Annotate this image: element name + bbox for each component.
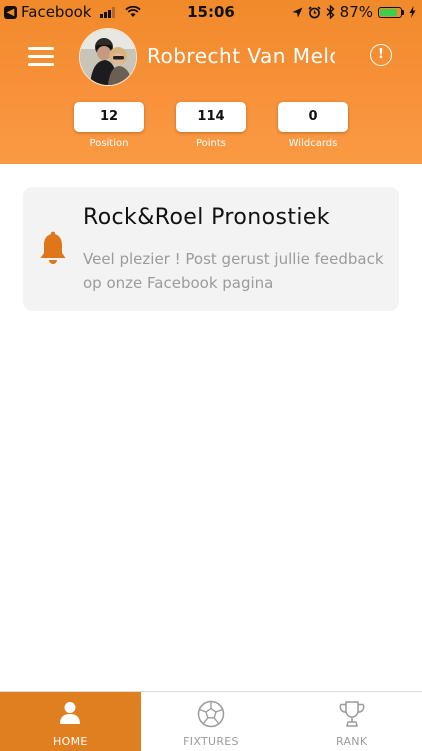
alert-info-icon[interactable]: ! bbox=[370, 44, 392, 66]
soccer-ball-icon bbox=[197, 700, 225, 728]
notice-card[interactable]: Rock&Roel Pronostiek Veel plezier ! Post… bbox=[23, 187, 399, 311]
stat-position: 12 Position bbox=[74, 102, 144, 149]
battery-level bbox=[380, 8, 397, 16]
trophy-icon bbox=[339, 701, 365, 727]
stat-points-label: Points bbox=[195, 138, 227, 149]
stat-wildcards: 0 Wildcards bbox=[278, 102, 348, 149]
battery-icon bbox=[378, 6, 404, 18]
location-arrow-icon bbox=[292, 7, 303, 17]
tab-home[interactable]: HOME bbox=[0, 692, 141, 751]
battery-percent: 87% bbox=[339, 3, 373, 21]
bluetooth-icon bbox=[326, 5, 335, 19]
hamburger-menu-icon[interactable] bbox=[28, 47, 54, 67]
alarm-icon bbox=[308, 5, 321, 18]
tab-rank-label: RANK bbox=[335, 735, 368, 748]
bell-icon bbox=[40, 231, 66, 264]
tab-home-label: HOME bbox=[53, 735, 88, 748]
user-name: Robrecht Van Melckebeke bbox=[147, 44, 335, 68]
avatar[interactable] bbox=[79, 28, 137, 86]
stat-points: 114 Points bbox=[176, 102, 246, 149]
app-header: ◀ Facebook 15:06 87% Robrecht Van Mel ! … bbox=[0, 0, 422, 164]
stat-position-value: 12 bbox=[74, 102, 144, 132]
tab-fixtures[interactable]: FIXTURES bbox=[141, 692, 282, 751]
stat-wildcards-value: 0 bbox=[278, 102, 348, 132]
tab-bar: HOME FIXTURES RANK bbox=[0, 691, 422, 751]
stat-position-label: Position bbox=[89, 138, 129, 149]
stat-wildcards-label: Wildcards bbox=[288, 138, 338, 149]
charging-bolt-icon bbox=[409, 6, 416, 18]
tab-fixtures-label: FIXTURES bbox=[183, 735, 239, 748]
notice-message: Veel plezier ! Post gerust jullie feedba… bbox=[83, 250, 384, 292]
stat-points-value: 114 bbox=[176, 102, 246, 132]
status-right: 87% bbox=[292, 3, 416, 21]
status-bar: ◀ Facebook 15:06 87% bbox=[0, 0, 422, 24]
notice-title: Rock&Roel Pronostiek bbox=[83, 205, 330, 230]
tab-rank[interactable]: RANK bbox=[281, 692, 422, 751]
person-icon bbox=[60, 702, 81, 724]
